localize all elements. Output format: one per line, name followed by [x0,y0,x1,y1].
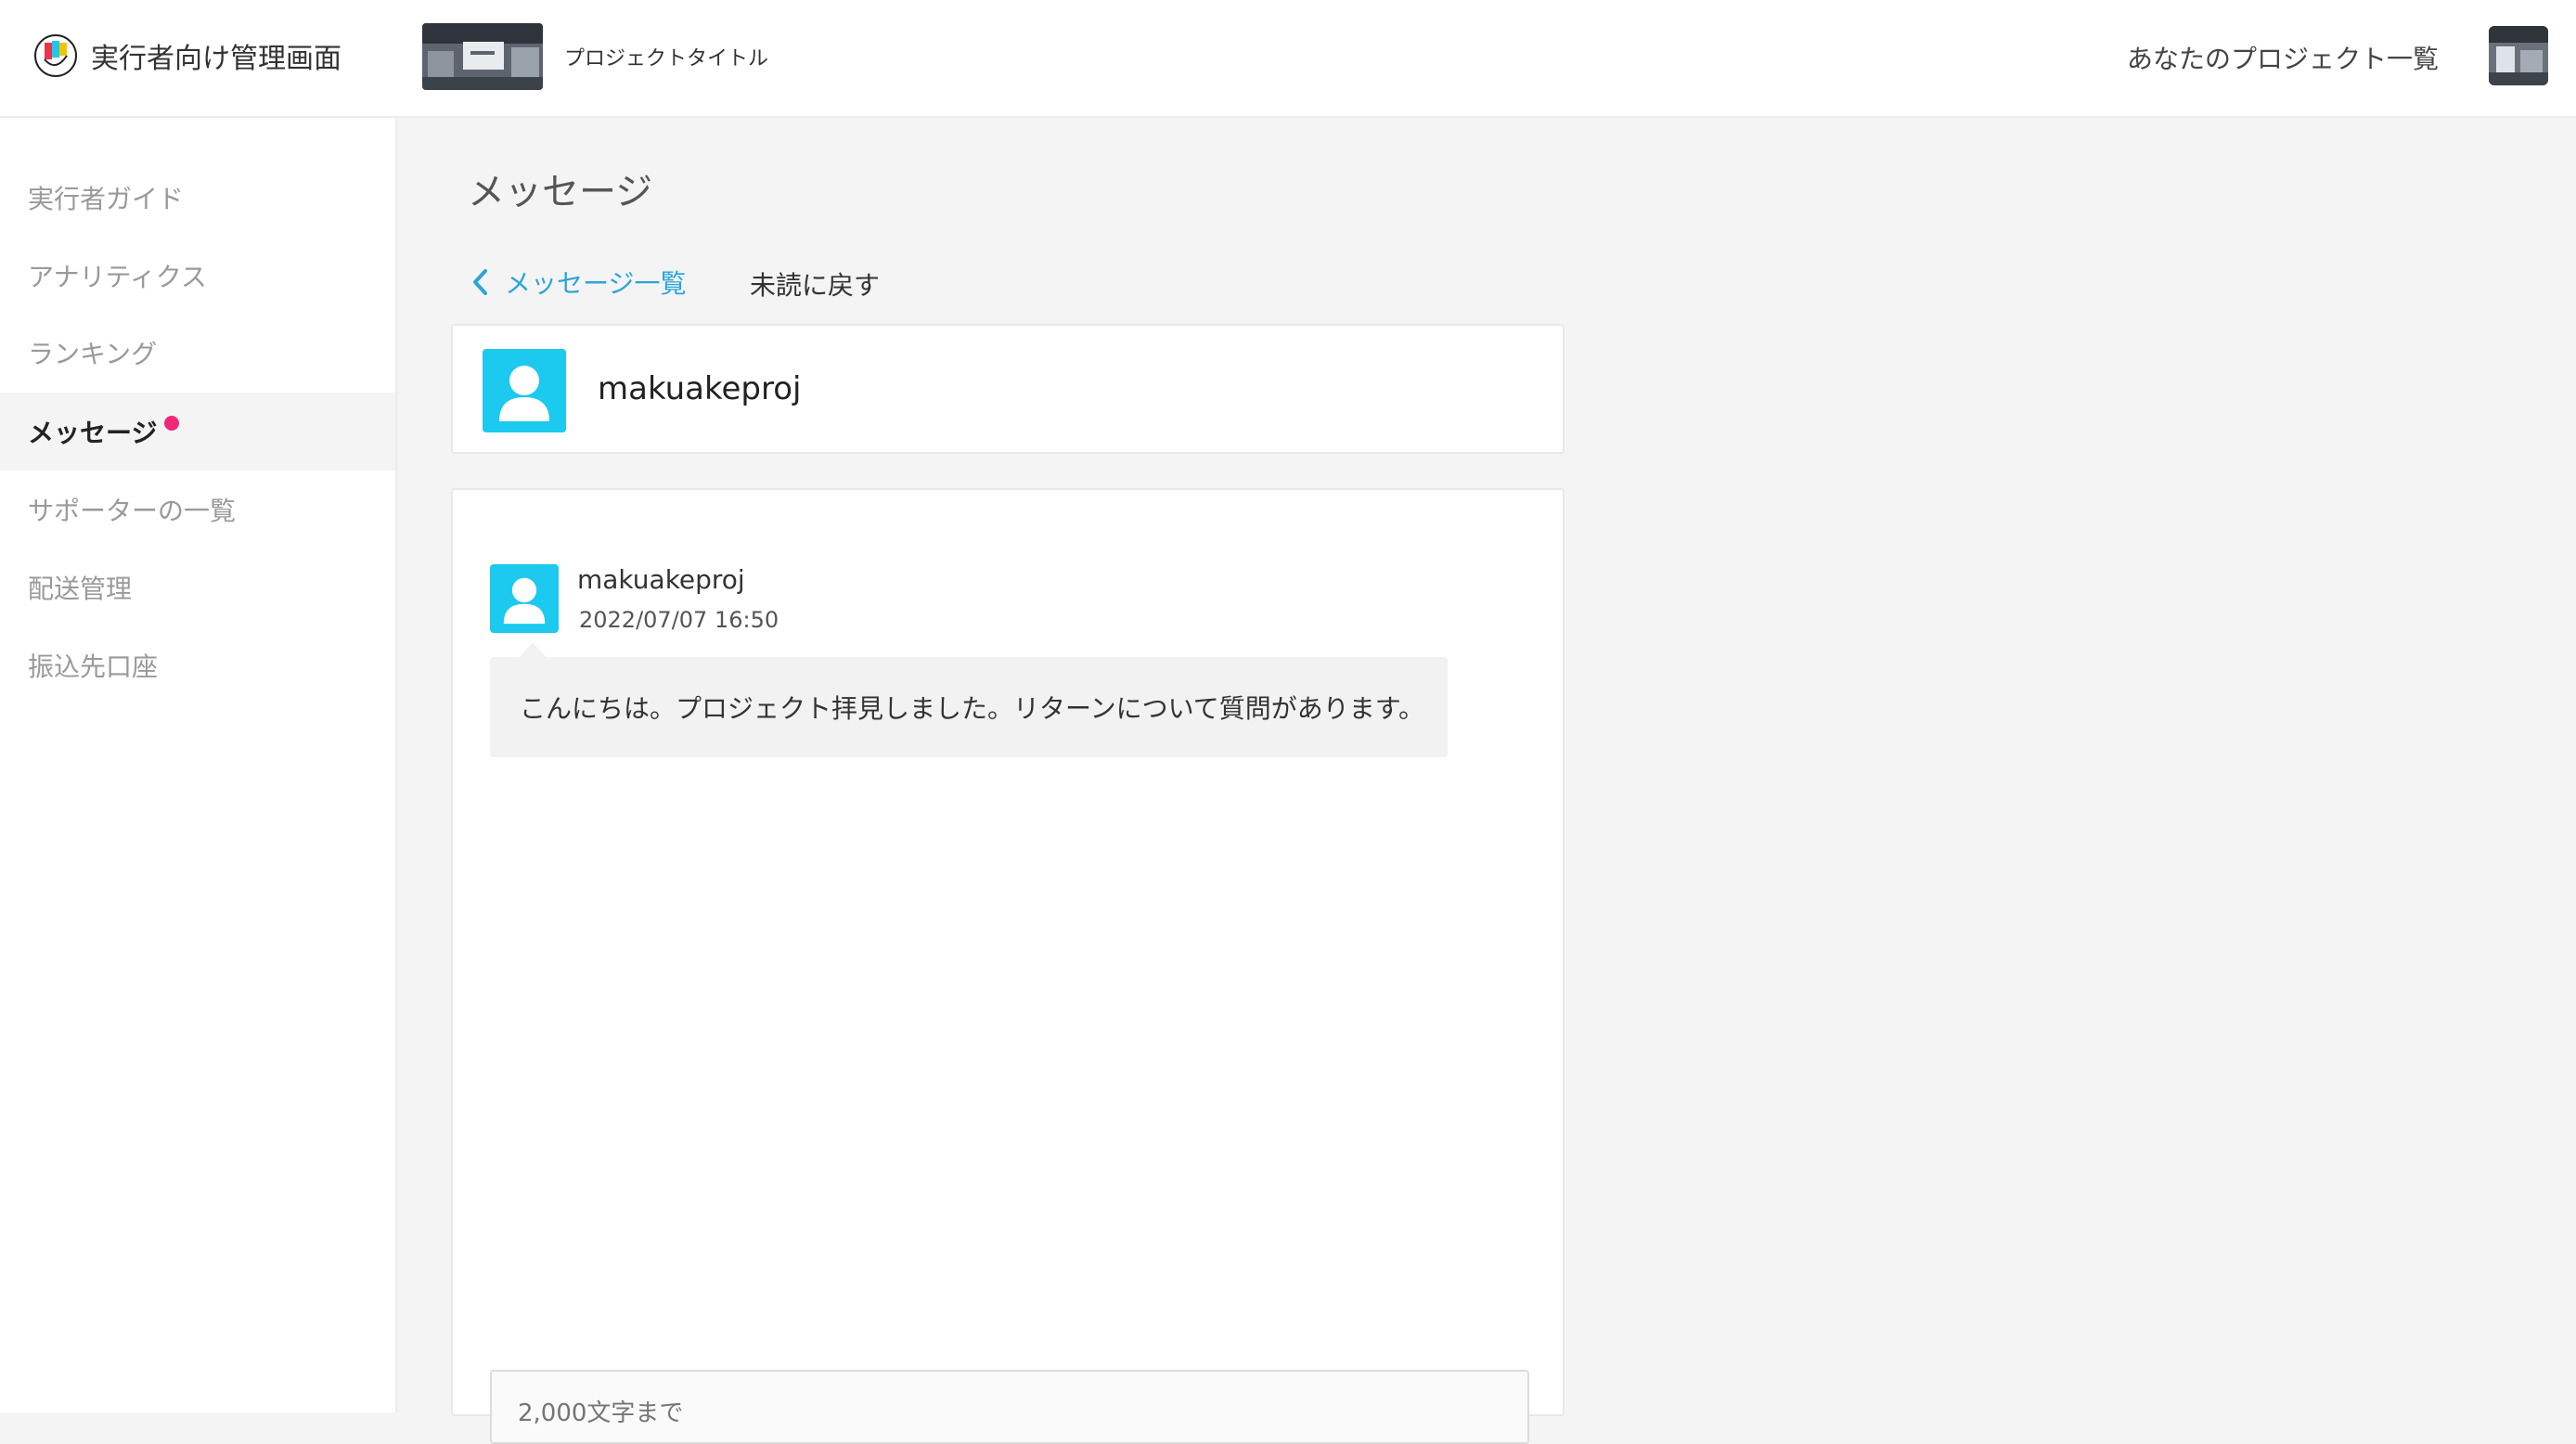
project-thumbnail[interactable] [422,23,543,90]
sidebar: 実行者ガイド アナリティクス ランキング メッセージ サポーターの一覧 配送管理… [0,118,397,1412]
sender-avatar [490,564,559,633]
user-photo-icon [2489,26,2548,85]
sidebar-item-shipping[interactable]: 配送管理 [0,548,395,626]
message-bubble: こんにちは。プロジェクト拝見しました。リターンについて質問があります。 [490,657,1448,757]
sidebar-item-label: ランキング [28,339,158,369]
project-list-link[interactable]: あなたのプロジェクト一覧 [2127,39,2439,76]
office-photo-icon [422,23,543,90]
person-icon [499,366,549,421]
sidebar-item-label: メッセージ [28,418,158,448]
project-title[interactable]: プロジェクトタイトル [564,42,768,71]
chevron-left-icon [473,269,487,295]
back-to-message-list-link[interactable]: メッセージ一覧 [471,264,686,301]
back-link-label: メッセージ一覧 [505,268,687,299]
recipient-name: makuakeproj [598,370,802,407]
recipient-card: makuakeproj [451,324,1565,454]
sidebar-item-label: 実行者ガイド [28,184,185,214]
sidebar-item-guide[interactable]: 実行者ガイド [0,159,395,237]
person-icon [503,577,546,625]
reply-input[interactable] [490,1370,1529,1444]
mark-unread-button[interactable]: 未読に戻す [750,265,880,303]
sidebar-item-bank-account[interactable]: 振込先口座 [0,626,395,704]
sidebar-item-supporters[interactable]: サポーターの一覧 [0,471,395,548]
top-header: 実行者向け管理画面 プロジェクトタイトル あなたのプロジェクト一覧 [0,0,2576,118]
sidebar-item-label: アナリティクス [28,262,207,292]
message-thread: makuakeproj 2022/07/07 16:50 こんにちは。プロジェク… [451,488,1565,1444]
sidebar-item-messages[interactable]: メッセージ [0,393,395,471]
sidebar-item-analytics[interactable]: アナリティクス [0,237,395,315]
app-brand[interactable]: 実行者向け管理画面 [33,33,341,78]
page-title: メッセージ [468,171,653,213]
message-sender: makuakeproj [577,564,745,595]
notification-dot [164,416,180,431]
sidebar-item-label: 配送管理 [28,574,133,604]
sidebar-item-label: 振込先口座 [28,651,159,682]
message-timestamp: 2022/07/07 16:50 [579,607,779,633]
sidebar-item-ranking[interactable]: ランキング [0,314,395,392]
brand-logo-icon [34,34,77,77]
recipient-avatar [483,349,566,432]
message-body: こんにちは。プロジェクト拝見しました。リターンについて質問があります。 [520,693,1424,724]
sidebar-item-label: サポーターの一覧 [28,496,237,526]
user-avatar[interactable] [2489,26,2548,85]
app-title: 実行者向け管理画面 [91,43,341,75]
